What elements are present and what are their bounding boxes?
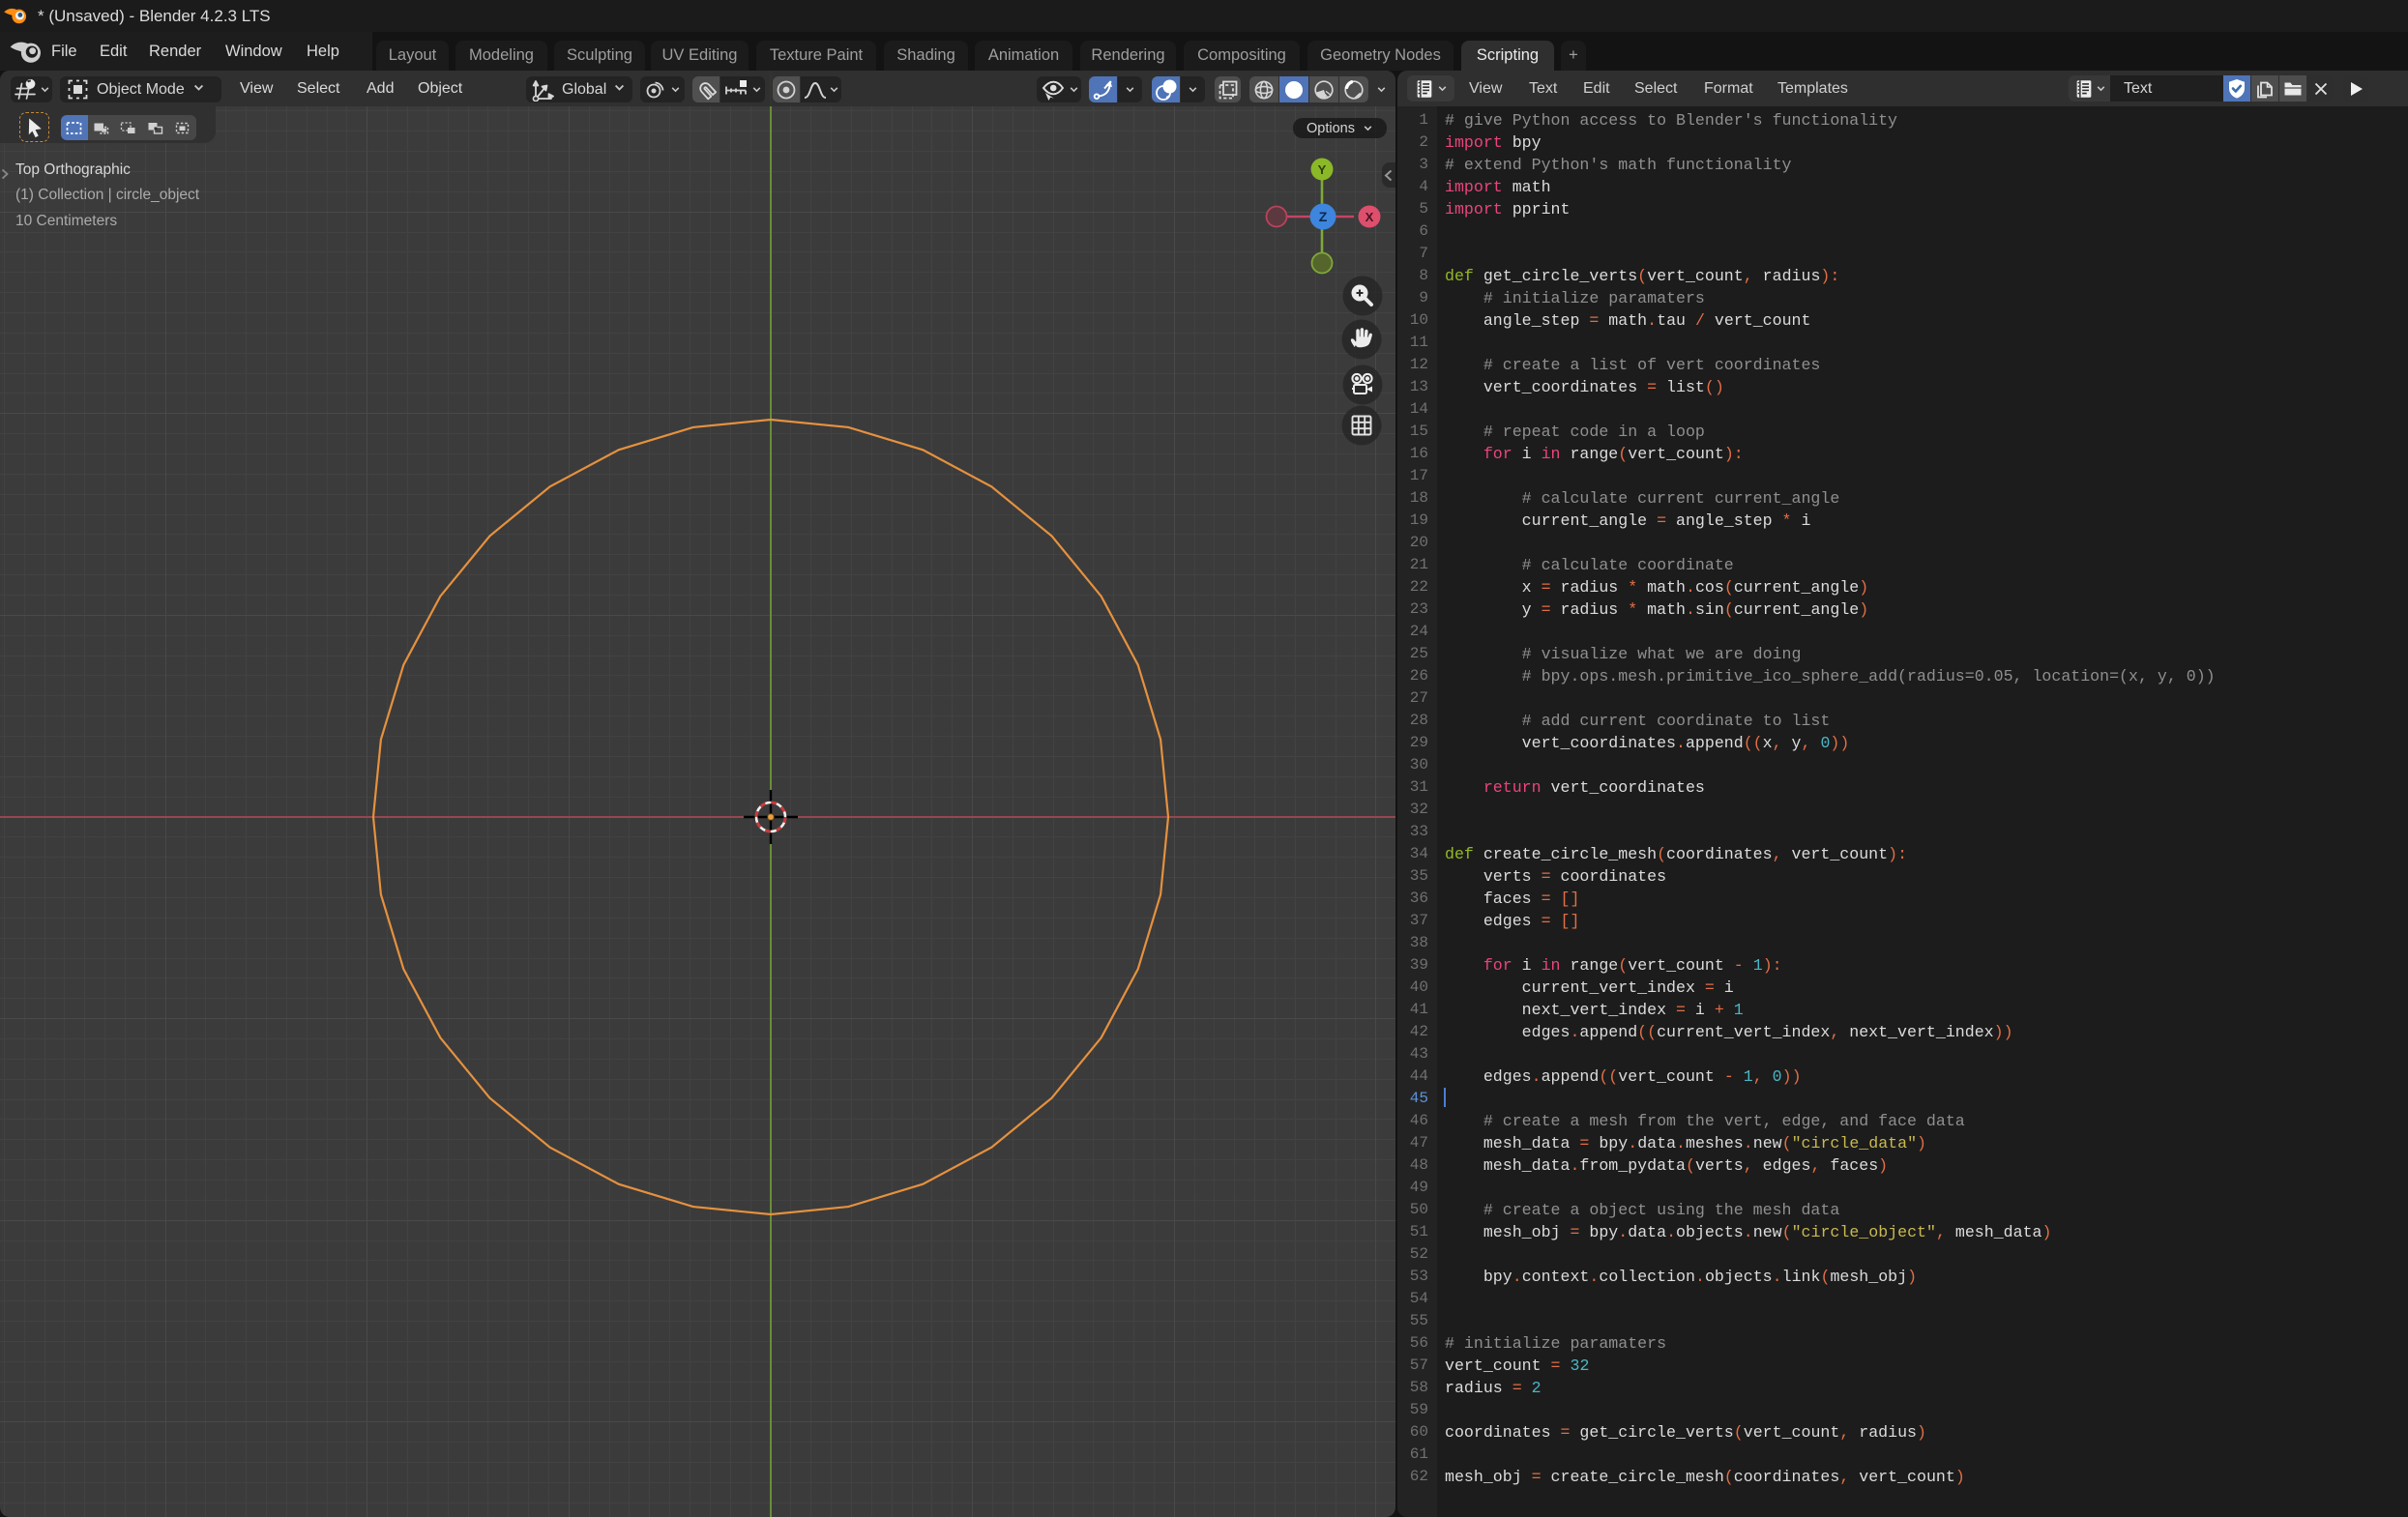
- svg-text:X: X: [1366, 210, 1374, 224]
- svg-text:Z: Z: [1319, 209, 1328, 224]
- svg-text:Y: Y: [1318, 162, 1327, 177]
